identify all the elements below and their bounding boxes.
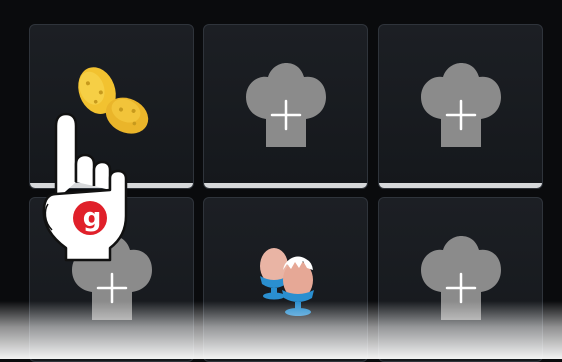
chef-hat-add-icon bbox=[420, 235, 501, 320]
tile-eggs[interactable] bbox=[203, 197, 368, 362]
tile-bar bbox=[204, 183, 367, 188]
badge-letter: g bbox=[82, 203, 102, 233]
tile-bar bbox=[379, 183, 542, 188]
tile-add-recipe[interactable] bbox=[378, 24, 543, 189]
boiled-eggs-icon bbox=[259, 247, 314, 316]
tile-add-recipe[interactable] bbox=[203, 24, 368, 189]
tile-add-recipe[interactable] bbox=[378, 197, 543, 362]
chef-hat-add-icon bbox=[420, 62, 501, 147]
chef-hat-add-icon bbox=[245, 62, 326, 147]
